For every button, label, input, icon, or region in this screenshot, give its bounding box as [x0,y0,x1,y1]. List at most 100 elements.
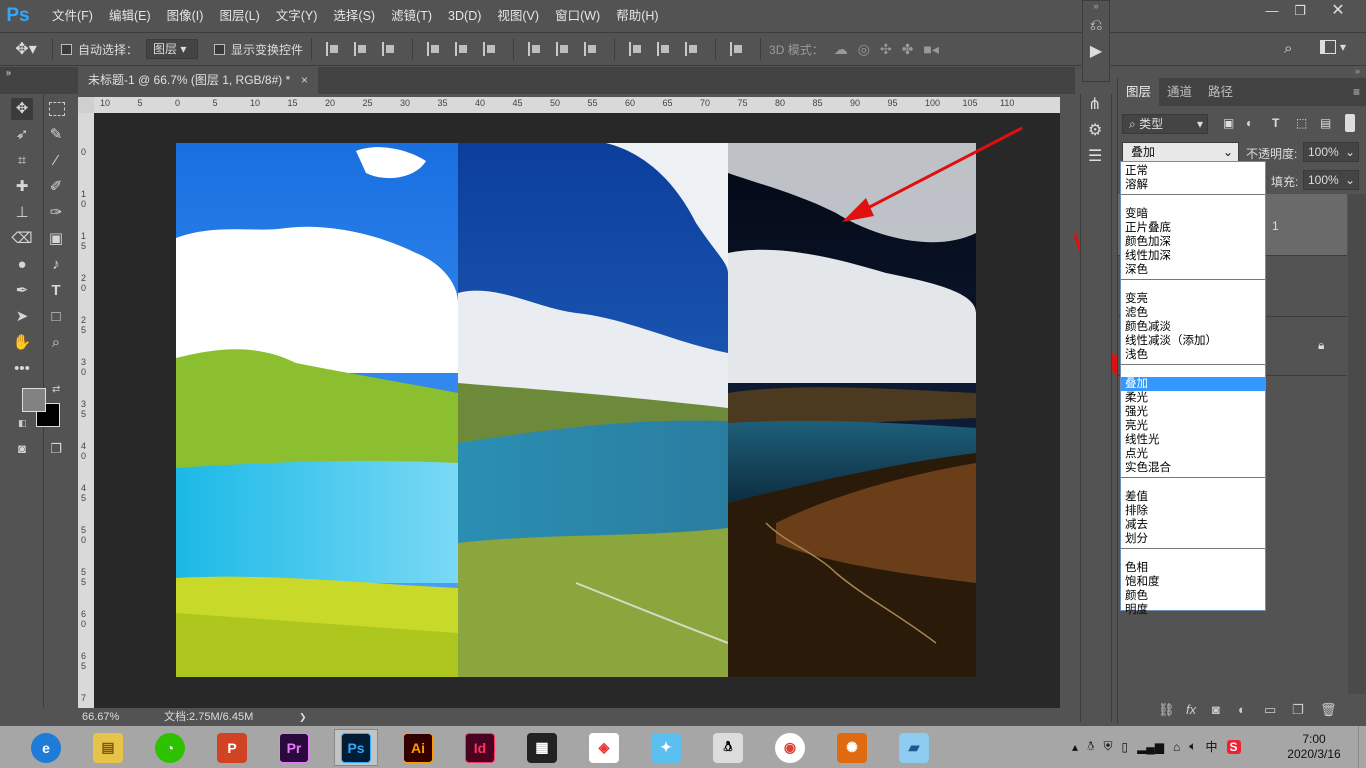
blend-option[interactable]: 叠加 [1121,377,1265,391]
more-tools-icon[interactable]: ••• [11,358,33,380]
clone-stamp-icon[interactable]: ⊥ [11,202,33,224]
rectangle-tool-icon[interactable]: □ [45,306,67,328]
blend-option[interactable]: 正常 [1121,164,1265,178]
3d-slide-icon[interactable]: ✤ [902,41,914,58]
blend-option[interactable]: 线性光 [1121,433,1265,447]
fill-input[interactable]: 100% ⌄ [1303,170,1359,190]
adjust-panel-icon[interactable]: ☰ [1088,146,1102,166]
blend-option[interactable]: 点光 [1121,447,1265,461]
blend-option[interactable]: 滤色 [1121,306,1265,320]
blend-option[interactable]: 划分 [1121,532,1265,546]
blend-option[interactable]: 差值 [1121,490,1265,504]
taskbar-app-app-colorful[interactable]: ◈ [582,729,626,766]
align-left-icon[interactable] [427,42,443,56]
blend-option[interactable]: 正片叠底 [1121,221,1265,235]
zoom-readout[interactable]: 66.67% [82,708,119,726]
align-right-icon[interactable] [483,42,499,56]
restore-icon[interactable]: ❐ [1280,0,1320,22]
menu-item-10[interactable]: 帮助(H) [608,0,666,32]
fx-icon[interactable]: fx [1186,702,1196,717]
move-tool-icon[interactable]: ✥ [11,98,33,120]
blend-option[interactable]: 减去 [1121,518,1265,532]
history-brush-icon[interactable]: ✑ [45,202,67,224]
new-adjustment-icon[interactable]: ◐ [1238,702,1246,717]
menu-item-6[interactable]: 滤镜(T) [383,0,440,32]
blend-option[interactable]: 柔光 [1121,391,1265,405]
tray-shield-icon[interactable]: ⛨ [1103,739,1112,754]
eraser-tool-icon[interactable]: ⌫ [11,228,33,250]
opacity-input[interactable]: 100% ⌄ [1303,142,1359,162]
tray-expand-icon[interactable]: ▴ [1072,740,1078,754]
new-layer-icon[interactable]: ❐ [1292,702,1304,718]
foreground-color-swatch[interactable] [22,388,46,412]
blend-option[interactable]: 线性减淡（添加） [1121,334,1265,348]
3d-pan-icon[interactable]: ✣ [880,41,892,58]
panel-scrollbar[interactable] [1348,194,1366,694]
taskbar-app-video-player[interactable]: ▦ [520,729,564,766]
filter-toggle-icon[interactable] [1345,114,1355,132]
blend-option[interactable]: 浅色 [1121,348,1265,362]
blur-tool-icon[interactable]: ● [11,254,33,276]
filter-pixel-icon[interactable]: ▣ [1223,116,1234,130]
taskbar-app-powerpoint[interactable]: P [210,729,254,766]
align-vcenter-icon[interactable] [354,42,370,56]
properties-panel-icon[interactable]: ⚙ [1088,120,1102,140]
taskbar-app-chrome[interactable]: ◉ [768,729,812,766]
blend-option[interactable]: 实色混合 [1121,461,1265,475]
menu-item-4[interactable]: 文字(Y) [268,0,326,32]
blend-option[interactable]: 强光 [1121,405,1265,419]
blend-option[interactable]: 深色 [1121,263,1265,277]
3d-roll-icon[interactable]: ◎ [858,41,870,58]
eyedropper-tool-icon[interactable]: ⁄ [45,150,67,172]
distribute-top-icon[interactable] [528,42,544,56]
swap-colors-icon[interactable]: ⇄ [52,384,60,395]
close-tab-icon[interactable]: × [301,67,308,94]
blend-mode-select[interactable]: 叠加 ⌄ [1122,142,1239,162]
tab-channels[interactable]: 通道 [1159,78,1200,106]
status-menu-icon[interactable]: ❯ [299,708,307,726]
panel-collapse-icon[interactable]: » [1355,66,1360,76]
blend-option[interactable]: 变亮 [1121,292,1265,306]
default-colors-icon[interactable]: ◧ [18,418,27,429]
taskbar-app-illustrator[interactable]: Ai [396,729,440,766]
show-transform-checkbox[interactable] [214,43,226,55]
brush-panel-icon[interactable]: ⋔ [1088,94,1101,114]
dodge-tool-icon[interactable]: ♪ [45,254,67,276]
blend-option[interactable]: 饱和度 [1121,575,1265,589]
auto-align-icon[interactable] [730,42,746,56]
blend-option[interactable]: 颜色 [1121,589,1265,603]
taskbar-app-fox-browser[interactable]: ✺ [830,729,874,766]
taskbar-app-qq[interactable]: 🐧︎ [706,729,750,766]
distribute-left-icon[interactable] [629,42,645,56]
tab-paths[interactable]: 路径 [1200,78,1241,106]
align-top-icon[interactable] [326,42,342,56]
menu-item-1[interactable]: 编辑(E) [101,0,159,32]
tray-ime-label[interactable]: 中 [1205,738,1217,755]
menu-item-2[interactable]: 图像(I) [159,0,212,32]
gradient-tool-icon[interactable]: ▣ [45,228,67,250]
path-select-icon[interactable]: ➤ [11,306,33,328]
menu-item-7[interactable]: 3D(D) [440,0,489,32]
crop-tool-icon[interactable]: ⌗ [11,150,33,172]
tab-layers[interactable]: 图层 [1118,78,1160,106]
filter-type-icon[interactable]: T [1272,116,1279,130]
tray-sogou-icon[interactable]: S [1226,739,1241,754]
blend-option[interactable]: 排除 [1121,504,1265,518]
taskbar-app-photoshop[interactable]: Ps [334,729,378,766]
taskbar-app-explorer[interactable]: ▤ [86,729,130,766]
filter-shape-icon[interactable]: ⬚ [1296,116,1307,130]
auto-select-dropdown[interactable]: 图层 ▾ [146,39,199,59]
align-hcenter-icon[interactable] [455,42,471,56]
taskbar-app-wechat[interactable]: ◔ [148,729,192,766]
show-desktop-button[interactable] [1358,726,1366,768]
zoom-tool-icon[interactable]: ⌕ [45,332,67,354]
document-tab[interactable]: 未标题-1 @ 66.7% (图层 1, RGB/8#) * × [78,67,318,94]
new-group-icon[interactable]: ▭ [1264,702,1276,718]
distribute-bottom-icon[interactable] [584,42,600,56]
brush-tool-icon[interactable]: ✐ [45,176,67,198]
taskbar-app-premiere[interactable]: Pr [272,729,316,766]
hand-tool-icon[interactable]: ✋ [11,332,33,354]
healing-brush-icon[interactable]: ✚ [11,176,33,198]
blend-option[interactable]: 明度 [1121,603,1265,617]
screen-mode-icon[interactable]: ❐ [45,438,67,460]
